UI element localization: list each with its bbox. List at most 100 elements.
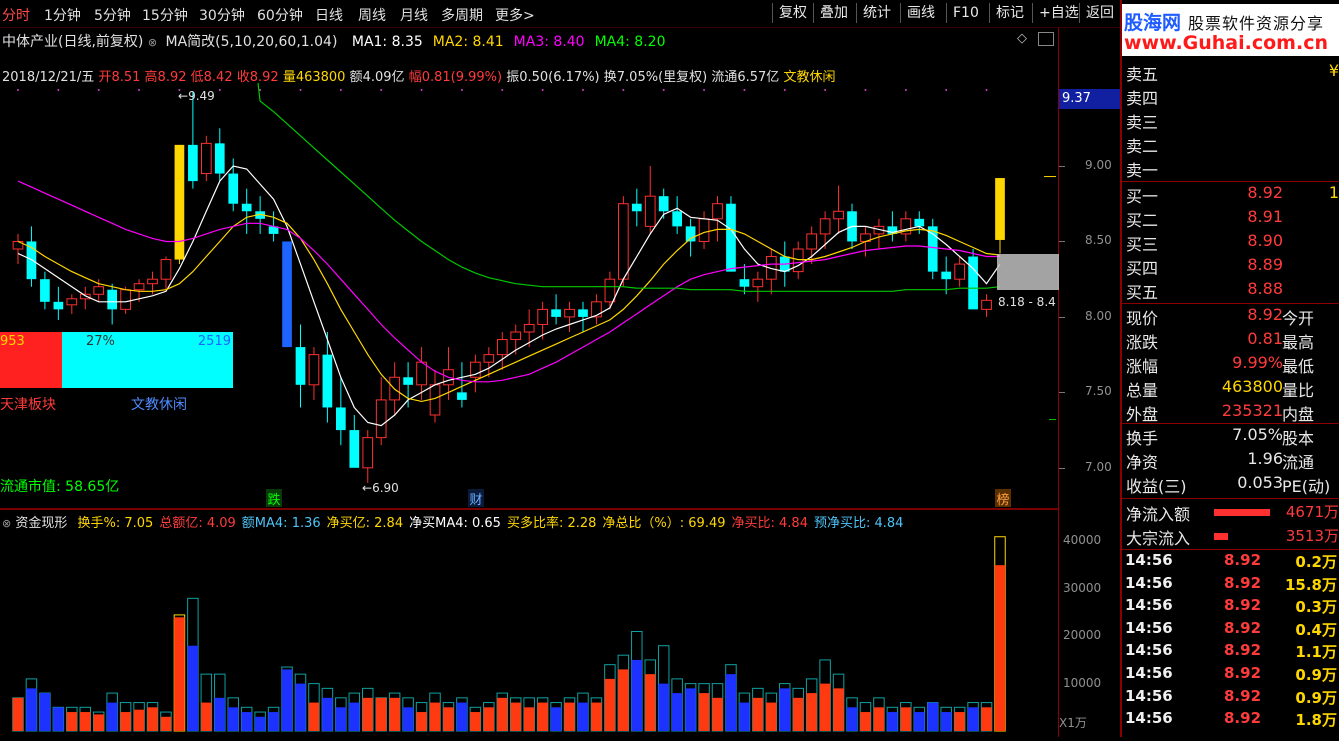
volume-bar[interactable] bbox=[967, 702, 979, 732]
period-tab-2[interactable]: 5分钟 bbox=[94, 5, 131, 25]
bid-row-1[interactable]: 买二 8.91 bbox=[1122, 207, 1339, 230]
finance-tag[interactable]: 财 bbox=[468, 489, 484, 508]
volume-bar[interactable] bbox=[200, 673, 213, 732]
stock-title[interactable]: 中体产业(日线,前复权) bbox=[2, 34, 143, 50]
volume-bar[interactable] bbox=[631, 631, 643, 732]
volume-indicator-name[interactable]: 资金现形 bbox=[15, 516, 67, 531]
candle[interactable] bbox=[188, 92, 198, 189]
tick-row[interactable]: 14:56 8.92 0.2万 bbox=[1122, 551, 1339, 573]
sector-label-left[interactable]: 天津板块 bbox=[0, 394, 56, 414]
volume-bar[interactable] bbox=[227, 697, 239, 732]
tick-row[interactable]: 14:56 8.92 0.9万 bbox=[1122, 687, 1339, 709]
volume-bar[interactable] bbox=[362, 687, 374, 732]
volume-bar[interactable] bbox=[483, 702, 495, 732]
volume-bar[interactable] bbox=[240, 706, 253, 732]
volume-bar[interactable] bbox=[173, 614, 186, 732]
volume-bar[interactable] bbox=[254, 711, 266, 732]
candle[interactable] bbox=[200, 135, 212, 182]
volume-bar[interactable] bbox=[66, 706, 78, 732]
volume-bar[interactable] bbox=[698, 683, 710, 732]
volume-bar[interactable] bbox=[536, 697, 549, 732]
candle[interactable] bbox=[900, 211, 912, 242]
volume-bar[interactable] bbox=[106, 692, 118, 732]
ask-row-0[interactable]: 卖五 ¥ bbox=[1122, 61, 1339, 84]
period-tab-3[interactable]: 15分钟 bbox=[142, 5, 188, 25]
volume-bar[interactable] bbox=[308, 683, 320, 732]
candle[interactable] bbox=[107, 283, 118, 325]
volume-bar[interactable] bbox=[429, 692, 441, 732]
volume-bar[interactable] bbox=[765, 692, 778, 732]
volume-bar[interactable] bbox=[563, 697, 576, 732]
candle[interactable] bbox=[336, 377, 346, 446]
volume-bar[interactable] bbox=[779, 683, 791, 732]
candle[interactable] bbox=[792, 241, 804, 280]
candle[interactable] bbox=[752, 271, 764, 302]
volume-bar[interactable] bbox=[496, 692, 509, 732]
period-tab-10[interactable]: 更多> bbox=[495, 5, 535, 25]
tick-row[interactable]: 14:56 8.92 1.8万 bbox=[1122, 709, 1339, 731]
volume-bar[interactable] bbox=[873, 697, 885, 732]
candle[interactable] bbox=[174, 144, 185, 265]
candle[interactable] bbox=[282, 241, 292, 348]
candle[interactable] bbox=[523, 309, 535, 348]
volume-bar[interactable] bbox=[926, 702, 939, 732]
rank-tag[interactable]: 榜 bbox=[995, 489, 1011, 508]
volume-bar[interactable] bbox=[953, 706, 966, 732]
volume-bar[interactable] bbox=[39, 692, 51, 732]
volume-bar[interactable] bbox=[940, 706, 952, 732]
toolbar-button-2[interactable]: 统计 bbox=[856, 3, 897, 23]
candle[interactable] bbox=[322, 332, 333, 423]
volume-bar[interactable] bbox=[79, 706, 92, 732]
price-chart[interactable]: 中体产业(日线,前复权) ⊗ MA简改(5,10,20,60,1.04) MA1… bbox=[0, 28, 1058, 508]
tick-row[interactable]: 14:56 8.92 1.1万 bbox=[1122, 641, 1339, 663]
volume-bar[interactable] bbox=[913, 706, 926, 732]
volume-bar[interactable] bbox=[294, 673, 307, 732]
tick-row[interactable]: 14:56 8.92 0.4万 bbox=[1122, 619, 1339, 641]
volume-bar[interactable] bbox=[738, 692, 751, 732]
candle[interactable] bbox=[79, 286, 91, 310]
candle[interactable] bbox=[873, 218, 885, 249]
period-tab-5[interactable]: 60分钟 bbox=[257, 5, 303, 25]
volume-bar[interactable] bbox=[819, 659, 831, 732]
sector-label-right[interactable]: 文教休闲 bbox=[131, 394, 187, 414]
toolbar-button-0[interactable]: 复权 bbox=[772, 3, 813, 23]
candle[interactable] bbox=[941, 256, 952, 295]
volume-bar[interactable] bbox=[994, 536, 1006, 732]
diamond-icon[interactable]: ◇ bbox=[1017, 31, 1027, 46]
volume-bar[interactable] bbox=[752, 687, 764, 732]
candle[interactable] bbox=[631, 188, 642, 227]
volume-bar[interactable] bbox=[267, 706, 280, 732]
candle[interactable] bbox=[712, 196, 723, 242]
bid-row-0[interactable]: 买一 8.92 1 bbox=[1122, 183, 1339, 206]
period-tab-0[interactable]: 分时 bbox=[2, 5, 30, 25]
settings-icon[interactable]: ⊗ bbox=[2, 517, 11, 530]
candle[interactable] bbox=[496, 332, 508, 370]
volume-bar[interactable] bbox=[187, 597, 199, 732]
volume-bar[interactable] bbox=[321, 687, 334, 732]
volume-bar[interactable] bbox=[52, 706, 65, 732]
volume-bar[interactable] bbox=[590, 697, 603, 732]
toolbar-button-1[interactable]: 叠加 bbox=[813, 3, 854, 23]
candle[interactable] bbox=[765, 249, 777, 295]
ask-row-3[interactable]: 卖二 bbox=[1122, 133, 1339, 156]
volume-bar[interactable] bbox=[846, 697, 858, 732]
volume-bar[interactable] bbox=[469, 706, 482, 732]
candle[interactable] bbox=[819, 211, 831, 249]
volume-bar[interactable] bbox=[119, 702, 132, 732]
candle[interactable] bbox=[685, 218, 696, 257]
volume-bar[interactable] bbox=[160, 711, 172, 732]
volume-bar[interactable] bbox=[415, 702, 428, 732]
ask-row-1[interactable]: 卖四 bbox=[1122, 85, 1339, 108]
toolbar-button-7[interactable]: 返回 bbox=[1079, 3, 1120, 23]
candle[interactable] bbox=[26, 226, 37, 287]
candle[interactable] bbox=[644, 166, 656, 234]
candle[interactable] bbox=[551, 294, 561, 325]
candle[interactable] bbox=[362, 430, 374, 483]
volume-bar[interactable] bbox=[604, 664, 616, 732]
toolbar-button-5[interactable]: 标记 bbox=[989, 3, 1030, 23]
period-tab-9[interactable]: 多周期 bbox=[441, 5, 483, 25]
period-tab-4[interactable]: 30分钟 bbox=[199, 5, 245, 25]
volume-bar[interactable] bbox=[348, 692, 361, 732]
volume-bar[interactable] bbox=[442, 702, 455, 732]
candle[interactable] bbox=[578, 301, 588, 332]
